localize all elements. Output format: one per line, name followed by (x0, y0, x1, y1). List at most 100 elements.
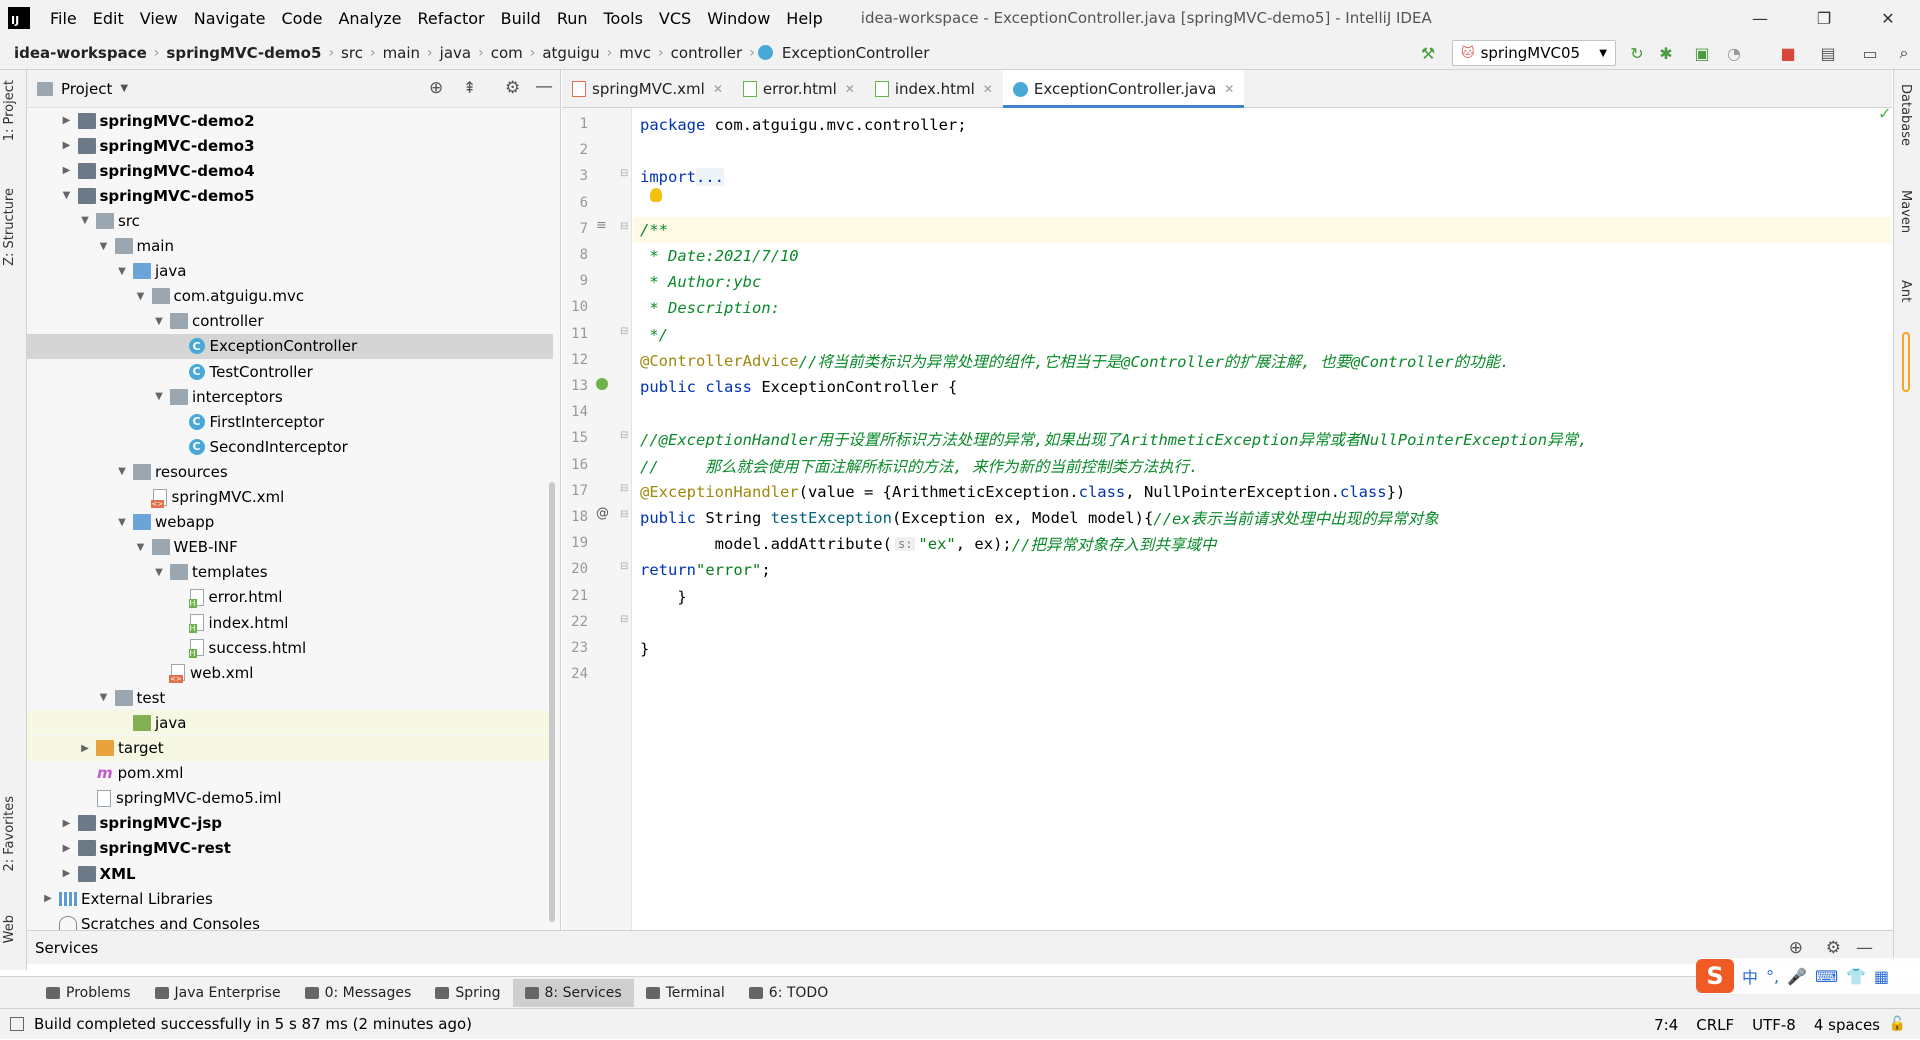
menu-vcs[interactable]: VCS (651, 9, 699, 28)
tree-item[interactable]: ▼ src (27, 208, 553, 233)
breadcrumb-item[interactable]: atguigu (538, 44, 603, 62)
bulb-icon[interactable] (650, 188, 662, 202)
menu-help[interactable]: Help (778, 9, 830, 28)
build-hammer-icon[interactable]: ⚒ (1418, 43, 1438, 63)
fold-marker-icon[interactable]: ⊟ (620, 221, 628, 232)
tree-item[interactable]: ▼ WEB-INF (27, 535, 553, 560)
editor-scrollbar[interactable] (1902, 332, 1910, 392)
tree-item[interactable]: index.html (27, 610, 553, 635)
spring-bean-icon[interactable] (596, 378, 608, 390)
toolwindow-spring[interactable]: Spring (423, 979, 512, 1007)
tree-item[interactable]: ▶ springMVC-demo2 (27, 108, 553, 133)
collapse-all-icon[interactable]: ⇞ (463, 78, 476, 97)
menu-edit[interactable]: Edit (85, 9, 132, 28)
menu-code[interactable]: Code (274, 9, 331, 28)
close-tab-icon[interactable]: ✕ (1224, 82, 1234, 96)
tree-item[interactable]: springMVC.xml (27, 485, 553, 510)
keyboard-icon[interactable]: ⌨ (1815, 967, 1838, 986)
menu-view[interactable]: View (132, 9, 186, 28)
chevron-down-icon[interactable]: ▼ (115, 466, 129, 477)
code-line[interactable]: } (633, 584, 1891, 610)
chevron-right-icon[interactable]: ▶ (60, 868, 74, 879)
tree-item[interactable]: m pom.xml (27, 761, 553, 786)
code-line[interactable]: */ (633, 322, 1891, 348)
gear-icon[interactable]: ⚙ (505, 78, 520, 98)
fold-marker-icon[interactable]: ⊟ (620, 483, 628, 494)
tab-favorites[interactable]: 2: Favorites (2, 796, 17, 872)
profile-icon[interactable]: ◔ (1724, 43, 1744, 63)
breadcrumb-item[interactable]: springMVC-demo5 (162, 44, 325, 62)
menu-refactor[interactable]: Refactor (410, 9, 493, 28)
chevron-right-icon[interactable]: ▶ (60, 818, 74, 829)
caret-position[interactable]: 7:4 (1654, 1016, 1678, 1034)
project-structure-icon[interactable]: ▤ (1818, 43, 1838, 63)
project-scrollbar[interactable] (549, 482, 555, 922)
locate-icon[interactable]: ⊕ (429, 78, 443, 98)
toolwindow-0-messages[interactable]: 0: Messages (293, 979, 424, 1007)
request-mapping-icon[interactable]: @ (596, 506, 609, 521)
hide-icon[interactable]: — (1856, 938, 1873, 958)
code-line[interactable]: /** (633, 216, 1891, 243)
toolwindow-problems[interactable]: Problems (34, 979, 143, 1007)
tree-item[interactable]: ▶ springMVC-demo4 (27, 158, 553, 183)
tree-item[interactable]: C FirstInterceptor (27, 409, 553, 434)
coverage-icon[interactable]: ▣ (1692, 43, 1712, 63)
menu-analyze[interactable]: Analyze (330, 9, 409, 28)
tab-index-html[interactable]: index.html ✕ (865, 70, 1003, 108)
code-editor[interactable]: package com.atguigu.mvc.controller; impor… (633, 108, 1891, 930)
breadcrumb-item[interactable]: ExceptionController (778, 44, 934, 62)
chevron-right-icon[interactable]: ▶ (60, 140, 74, 151)
chevron-down-icon[interactable]: ▼ (115, 266, 129, 277)
chevron-down-icon[interactable]: ▼ (152, 316, 166, 327)
tree-item[interactable]: error.html (27, 585, 553, 610)
render-doc-icon[interactable]: ≡ (596, 218, 607, 233)
code-line[interactable]: @ExceptionHandler (value = {ArithmeticExc… (633, 479, 1891, 505)
tab-springmvc-xml[interactable]: springMVC.xml ✕ (562, 70, 733, 108)
project-title[interactable]: Project (61, 80, 112, 98)
sogou-logo-icon[interactable]: S (1696, 959, 1734, 993)
breadcrumb-item[interactable]: src (337, 44, 367, 62)
hide-icon[interactable]: — (535, 76, 553, 97)
code-line[interactable] (633, 400, 1891, 426)
restore-button[interactable]: ❐ (1792, 0, 1856, 36)
punctuation-icon[interactable]: °, (1766, 967, 1779, 986)
tree-item[interactable]: web.xml (27, 660, 553, 685)
tree-item[interactable]: springMVC-demo5.iml (27, 786, 553, 811)
tab-maven[interactable]: Maven (1898, 190, 1913, 233)
fold-marker-icon[interactable]: ⊟ (620, 168, 628, 179)
tree-item[interactable]: C SecondInterceptor (27, 434, 553, 459)
tree-item[interactable]: C ExceptionController (27, 333, 553, 359)
toolbox-icon[interactable]: ▦ (1874, 967, 1889, 986)
code-line[interactable]: * Author:ybc (633, 269, 1891, 295)
stop-icon[interactable]: ■ (1778, 43, 1798, 63)
code-line[interactable]: public String testException (Exception ex… (633, 505, 1891, 531)
fold-marker-icon[interactable]: ⊟ (620, 430, 628, 441)
chevron-down-icon[interactable]: ▼ (97, 241, 111, 252)
code-line[interactable]: } (633, 636, 1891, 662)
tree-item[interactable]: C TestController (27, 359, 553, 384)
chevron-down-icon[interactable]: ▼ (134, 291, 148, 302)
chevron-right-icon[interactable]: ▶ (60, 843, 74, 854)
breadcrumb-item[interactable]: controller (667, 44, 747, 62)
menu-file[interactable]: File (42, 9, 85, 28)
tree-item[interactable]: ▼ test (27, 685, 553, 710)
code-line[interactable]: model.addAttribute(s: "ex", ex);//把异常对象存入… (633, 531, 1891, 557)
search-icon[interactable]: ⌕ (1894, 43, 1914, 63)
code-line[interactable] (633, 610, 1891, 636)
skin-icon[interactable]: 👕 (1846, 967, 1866, 986)
menu-navigate[interactable]: Navigate (186, 9, 274, 28)
chevron-right-icon[interactable]: ▶ (60, 165, 74, 176)
tree-item[interactable]: ▼ controller (27, 309, 553, 334)
layout-icon[interactable]: ▭ (1860, 43, 1880, 63)
tab-web[interactable]: Web (2, 915, 17, 943)
chevron-down-icon[interactable]: ▼ (97, 692, 111, 703)
code-line[interactable]: @ControllerAdvice //将当前类标识为异常处理的组件,它相当于是… (633, 348, 1891, 374)
tab-structure[interactable]: Z: Structure (2, 188, 17, 266)
chevron-down-icon[interactable]: ▼ (115, 517, 129, 528)
tree-item[interactable]: ▼ java (27, 259, 553, 284)
tree-item[interactable]: ▶ springMVC-rest (27, 836, 553, 861)
chevron-down-icon[interactable]: ▼ (120, 83, 128, 94)
fold-marker-icon[interactable]: ⊟ (620, 326, 628, 337)
tab-ant[interactable]: Ant (1898, 280, 1913, 302)
tree-item[interactable]: ▼ main (27, 234, 553, 259)
